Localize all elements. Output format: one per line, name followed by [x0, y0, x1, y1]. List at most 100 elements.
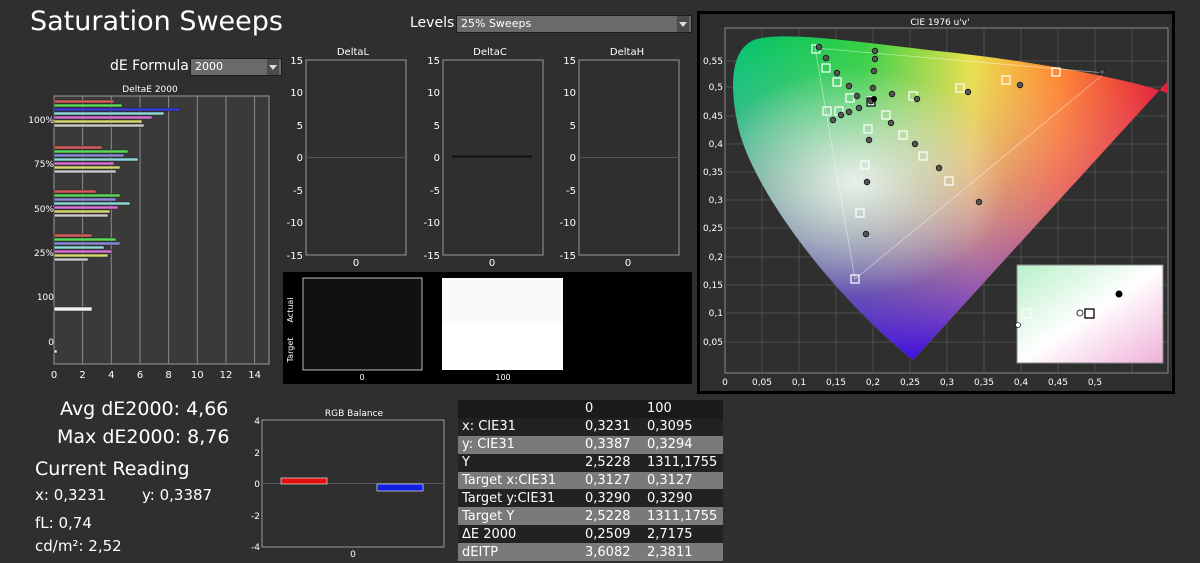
- delta-y-tick: -5: [566, 186, 576, 197]
- delta-y-tick: -10: [287, 218, 303, 229]
- avg-de: Avg dE2000: 4,66: [60, 398, 229, 420]
- deltah-chart: DeltaH: [578, 47, 680, 256]
- cie-chart: CIE 1976 u'v' 0,55 0,5 0,45 0,4 0,35 0,3…: [697, 11, 1175, 394]
- deltac-chart: DeltaC: [442, 47, 544, 256]
- cie-zoom-inset: [1015, 264, 1164, 364]
- delta-y-tick: -15: [424, 251, 440, 262]
- table-row: Target y:CIE31 0,3290 0,3290: [458, 489, 723, 508]
- table-header-cell: 100: [643, 400, 723, 418]
- table-cell: 2,7175: [643, 525, 723, 544]
- red-balance-bar: [280, 477, 328, 485]
- chevron-down-icon: [677, 16, 689, 32]
- deltae-y-label: 50%: [34, 205, 54, 215]
- cie-y-tick: 0,55: [703, 57, 723, 67]
- swatch-0: [302, 277, 423, 371]
- deltae-y-label: 75%: [34, 160, 54, 170]
- table-row: y: CIE31 0,3387 0,3294: [458, 435, 723, 454]
- rgb-x-label: 0: [350, 550, 356, 560]
- actual-label: Actual: [286, 297, 295, 322]
- page-title: Saturation Sweeps: [30, 6, 283, 37]
- cie-x-tick: 0: [722, 378, 728, 388]
- current-cdm2: cd/m²: 2,52: [35, 537, 122, 555]
- table-row: Target x:CIE31 0,3127 0,3127: [458, 471, 723, 490]
- current-reading-heading: Current Reading: [35, 458, 190, 480]
- chevron-down-icon: [267, 59, 279, 75]
- levels-select-value: 25% Sweeps: [461, 17, 532, 30]
- table-row: x: CIE31 0,3231 0,3095: [458, 417, 723, 436]
- target-label: Target: [286, 338, 295, 364]
- delta-y-tick: 15: [563, 56, 576, 67]
- deltae-chart-title: DeltaE 2000: [122, 85, 178, 95]
- table-header-cell: 0: [581, 400, 643, 418]
- cie-y-tick: 0,05: [703, 338, 723, 348]
- table-cell: ΔE 2000: [458, 525, 581, 544]
- cie-x-tick: 0,45: [1048, 378, 1068, 388]
- rgb-balance-chart: RGB Balance 4 2 0 -2 -4 0: [251, 409, 445, 560]
- deltae-x-tick: 0: [51, 370, 57, 381]
- cie-y-tick: 0,45: [703, 112, 723, 122]
- table-row: Target Y 2,5228 1311,1755: [458, 507, 723, 526]
- rgb-y-tick: 4: [254, 417, 260, 427]
- swatch-panel: Actual Target 0 100: [283, 272, 692, 384]
- delta-y-tick: -10: [424, 218, 440, 229]
- deltal-chart: DeltaL: [305, 47, 407, 256]
- deltae-y-label: 0: [48, 338, 54, 348]
- table-cell: 0,3127: [643, 471, 723, 490]
- delta-y-tick: -5: [430, 186, 440, 197]
- delta-y-tick: 5: [297, 121, 303, 132]
- delta-y-tick: 5: [570, 121, 576, 132]
- cie-y-tick: 0,3: [709, 196, 723, 206]
- levels-label: Levels:: [410, 15, 459, 31]
- de-formula-label: dE Formula:: [110, 58, 194, 74]
- delta-y-tick: 0: [434, 153, 440, 164]
- cie-x-tick: 0,1: [792, 378, 806, 388]
- delta-x-label: 0: [353, 258, 359, 269]
- table-cell: 2,5228: [581, 453, 643, 472]
- rgb-y-tick: -4: [251, 543, 260, 553]
- table-cell: 0,2509: [581, 525, 643, 544]
- table-cell: y: CIE31: [458, 435, 581, 454]
- table-cell: 2,3811: [643, 543, 723, 562]
- current-fl: fL: 0,74: [35, 514, 92, 532]
- cie-x-tick: 0,15: [826, 378, 846, 388]
- de-formula-select[interactable]: 2000: [190, 58, 282, 76]
- delta-x-label: 0: [489, 258, 495, 269]
- deltah-title: DeltaH: [610, 47, 644, 58]
- table-cell: 0,3095: [643, 417, 723, 436]
- swatch-label: 0: [359, 373, 364, 382]
- delta-y-tick: 5: [434, 121, 440, 132]
- swatch-label: 100: [495, 373, 510, 382]
- current-x: x: 0,3231: [35, 486, 107, 504]
- levels-select[interactable]: 25% Sweeps: [456, 15, 692, 33]
- table-cell: 0,3294: [643, 435, 723, 454]
- table-cell: Target y:CIE31: [458, 489, 581, 508]
- delta-y-tick: 10: [427, 88, 440, 99]
- delta-y-tick: -10: [560, 218, 576, 229]
- cie-title: CIE 1976 u'v': [910, 18, 969, 28]
- deltae-x-tick: 10: [191, 370, 204, 381]
- deltae-x-tick: 4: [108, 370, 114, 381]
- delta-y-tick: 10: [563, 88, 576, 99]
- deltae-y-label: 25%: [34, 249, 54, 259]
- table-row: dEITP 3,6082 2,3811: [458, 543, 723, 562]
- current-y: y: 0,3387: [142, 486, 213, 504]
- rgb-balance-title: RGB Balance: [325, 409, 384, 419]
- table-row: Y 2,5228 1311,1755: [458, 453, 723, 472]
- cie-y-tick: 0,5: [709, 83, 723, 93]
- delta-y-tick: 15: [427, 56, 440, 67]
- table-cell: Y: [458, 453, 581, 472]
- table-cell: 0,3290: [581, 489, 643, 508]
- cie-x-tick: 0,3: [940, 378, 954, 388]
- deltae-y-label: 100: [37, 293, 54, 303]
- cie-x-tick: 0,05: [752, 378, 772, 388]
- table-cell: 0,3290: [643, 489, 723, 508]
- deltae-x-tick: 8: [165, 370, 171, 381]
- deltal-title: DeltaL: [337, 47, 370, 58]
- cie-y-tick: 0,25: [703, 224, 723, 234]
- table-cell: Target Y: [458, 507, 581, 526]
- max-de: Max dE2000: 8,76: [57, 426, 230, 448]
- table-cell: 0,3231: [581, 417, 643, 436]
- white-point-measured: [871, 96, 877, 102]
- cie-y-tick: 0,15: [703, 281, 723, 291]
- delta-y-tick: -5: [293, 186, 303, 197]
